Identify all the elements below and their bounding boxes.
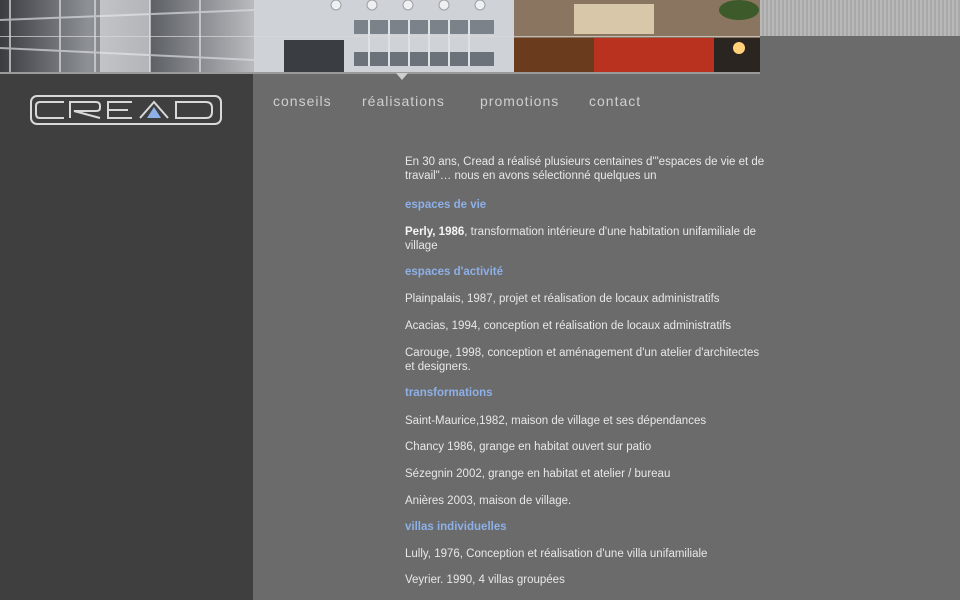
active-nav-indicator	[396, 73, 408, 80]
entry-place-year: Perly, 1986	[405, 226, 465, 238]
list-item: Sézegnin 2002, grange en habitat et atel…	[405, 468, 671, 480]
list-item: Acacias, 1994, conception et réalisation…	[405, 320, 732, 332]
banner-photo-interior	[514, 0, 760, 74]
intro-text: En 30 ans, Cread a réalisé plusieurs cen…	[405, 156, 765, 182]
section-heading-villas-individuelles: villas individuelles	[405, 521, 507, 533]
nav-item-contact[interactable]: contact	[589, 93, 641, 109]
list-item: Plainpalais, 1987, projet et réalisation…	[405, 293, 720, 305]
section-heading-espaces-activite: espaces d'activité	[405, 266, 503, 278]
list-item: Veyrier. 1990, 4 villas groupées	[405, 574, 565, 586]
left-sidebar	[0, 74, 253, 600]
list-item: Chancy 1986, grange en habitat ouvert su…	[405, 441, 652, 453]
nav-item-promotions[interactable]: promotions	[480, 93, 559, 109]
list-item: Anières 2003, maison de village.	[405, 495, 572, 507]
header-banner	[0, 0, 960, 74]
main-nav: conseils réalisations promotions contact	[0, 93, 960, 113]
list-item: Saint-Maurice,1982, maison de village et…	[405, 415, 707, 427]
banner-stripe-texture	[760, 0, 960, 36]
section-heading-transformations: transformations	[405, 387, 493, 399]
list-item: Lully, 1976, Conception et réalisation d…	[405, 548, 708, 560]
banner-photo-facade	[254, 0, 514, 74]
nav-item-realisations[interactable]: réalisations	[362, 93, 445, 109]
list-item: Carouge, 1998, conception et aménagement…	[405, 347, 760, 373]
section-heading-espaces-de-vie: espaces de vie	[405, 199, 487, 211]
banner-photo-building-glass	[0, 0, 254, 74]
banner-divider	[0, 36, 760, 37]
nav-item-conseils[interactable]: conseils	[273, 93, 332, 109]
list-item: Perly, 1986, transformation intérieure d…	[405, 225, 765, 253]
